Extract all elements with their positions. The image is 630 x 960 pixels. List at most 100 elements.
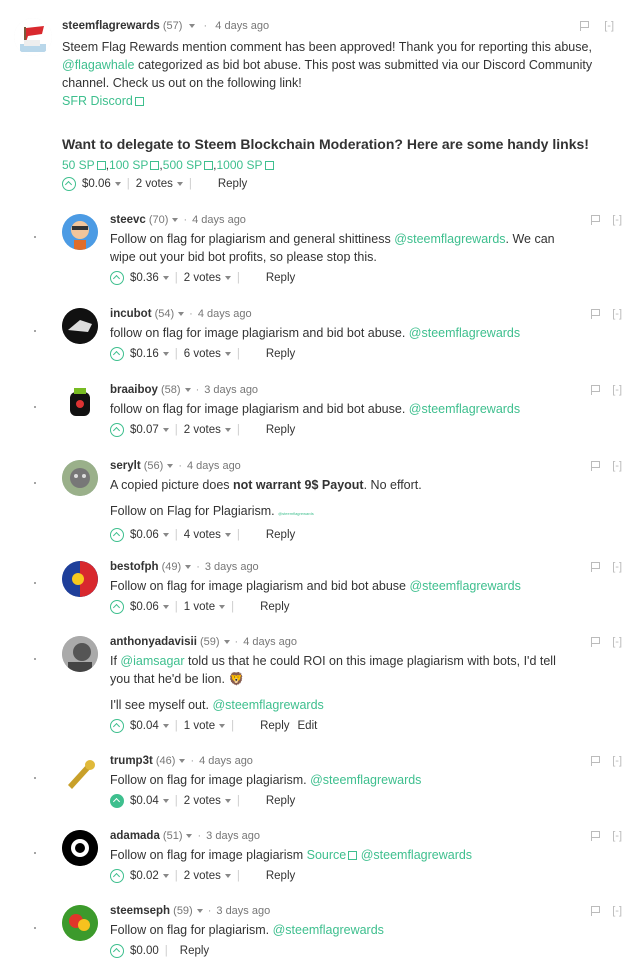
votes[interactable]: 2 votes (136, 178, 173, 190)
avatar[interactable] (62, 561, 98, 597)
votes[interactable]: 2 votes (184, 424, 221, 436)
payout[interactable]: $0.06 (82, 178, 111, 190)
mention-link[interactable]: @steemflagrewards (278, 511, 314, 516)
chevron-down-icon[interactable] (114, 182, 121, 186)
author-name[interactable]: bestofph (110, 561, 159, 573)
upvote-icon[interactable] (110, 600, 124, 614)
author-name[interactable]: serylt (110, 460, 141, 472)
timestamp[interactable]: 4 days ago (198, 308, 252, 320)
payout[interactable]: $0.06 (130, 601, 159, 613)
sp-link-500[interactable]: 500 SP (163, 158, 202, 172)
collapse-button[interactable]: [-] (612, 214, 622, 226)
collapse-button[interactable]: [-] (612, 755, 622, 767)
collapse-button[interactable]: [-] (612, 308, 622, 320)
chevron-down-icon[interactable] (167, 464, 174, 469)
upvote-icon[interactable] (110, 794, 124, 808)
avatar[interactable] (62, 384, 98, 420)
avatar[interactable] (62, 905, 98, 941)
flag-icon[interactable] (591, 461, 601, 472)
timestamp[interactable]: 4 days ago (199, 755, 253, 767)
reply-button[interactable]: Reply (266, 795, 295, 807)
mention-link[interactable]: @flagawhale (62, 58, 134, 72)
reply-button[interactable]: Reply (180, 945, 209, 957)
payout[interactable]: $0.36 (130, 272, 159, 284)
votes[interactable]: 1 vote (184, 720, 215, 732)
chevron-down-icon[interactable] (172, 218, 179, 223)
sp-link-100[interactable]: 100 SP (109, 158, 148, 172)
chevron-down-icon[interactable] (162, 533, 169, 537)
timestamp[interactable]: 3 days ago (204, 384, 258, 396)
discord-link[interactable]: SFR Discord (62, 94, 133, 108)
timestamp[interactable]: 4 days ago (192, 214, 246, 226)
avatar[interactable] (62, 755, 98, 791)
flag-icon[interactable] (591, 309, 601, 320)
upvote-icon[interactable] (110, 423, 124, 437)
avatar[interactable] (62, 308, 98, 344)
author-name[interactable]: anthonyadavisii (110, 636, 197, 648)
payout[interactable]: $0.00 (130, 945, 159, 957)
flag-icon[interactable] (591, 562, 601, 573)
flag-icon[interactable] (591, 215, 601, 226)
reply-button[interactable]: Reply (266, 272, 295, 284)
reply-button[interactable]: Reply (260, 720, 289, 732)
mention-link[interactable]: @steemflagrewards (310, 773, 421, 787)
flag-icon[interactable] (591, 637, 601, 648)
collapse-button[interactable]: [-] (612, 460, 622, 472)
chevron-down-icon[interactable] (219, 605, 226, 609)
timestamp[interactable]: 4 days ago (187, 460, 241, 472)
avatar[interactable] (62, 636, 98, 672)
mention-link[interactable]: @iamsagar (120, 654, 184, 668)
upvote-icon[interactable] (110, 719, 124, 733)
chevron-down-icon[interactable] (162, 428, 169, 432)
sp-link-1000[interactable]: 1000 SP (216, 158, 262, 172)
collapse-button[interactable]: [-] (612, 384, 622, 396)
flag-icon[interactable] (591, 831, 601, 842)
chevron-down-icon[interactable] (224, 874, 231, 878)
payout[interactable]: $0.04 (130, 720, 159, 732)
mention-link[interactable]: @steemflagrewards (394, 232, 505, 246)
reply-button[interactable]: Reply (266, 424, 295, 436)
collapse-button[interactable]: [-] (612, 561, 622, 573)
chevron-down-icon[interactable] (196, 909, 203, 914)
chevron-down-icon[interactable] (224, 533, 231, 537)
chevron-down-icon[interactable] (162, 724, 169, 728)
upvote-icon[interactable] (110, 944, 124, 958)
source-link[interactable]: Source (307, 848, 347, 862)
timestamp[interactable]: 3 days ago (206, 830, 260, 842)
avatar[interactable] (62, 214, 98, 250)
chevron-down-icon[interactable] (162, 605, 169, 609)
reply-button[interactable]: Reply (266, 529, 295, 541)
payout[interactable]: $0.02 (130, 870, 159, 882)
sp-link-50[interactable]: 50 SP (62, 158, 95, 172)
mention-link[interactable]: @steemflagrewards (409, 402, 520, 416)
mention-link[interactable]: @steemflagrewards (361, 848, 472, 862)
chevron-down-icon[interactable] (179, 759, 186, 764)
flag-icon[interactable] (580, 21, 590, 32)
mention-link[interactable]: @steemflagrewards (273, 923, 384, 937)
chevron-down-icon[interactable] (224, 428, 231, 432)
chevron-down-icon[interactable] (189, 24, 196, 29)
chevron-down-icon[interactable] (178, 312, 185, 317)
mention-link[interactable]: @steemflagrewards (409, 579, 520, 593)
collapse-button[interactable]: [-] (612, 636, 622, 648)
avatar[interactable] (62, 830, 98, 866)
chevron-down-icon[interactable] (223, 640, 230, 645)
reply-button[interactable]: Reply (218, 178, 247, 190)
timestamp[interactable]: 3 days ago (205, 561, 259, 573)
reply-button[interactable]: Reply (266, 348, 295, 360)
votes[interactable]: 2 votes (184, 795, 221, 807)
votes[interactable]: 4 votes (184, 529, 221, 541)
payout[interactable]: $0.06 (130, 529, 159, 541)
timestamp[interactable]: 4 days ago (243, 636, 297, 648)
reply-button[interactable]: Reply (260, 601, 289, 613)
chevron-down-icon[interactable] (184, 388, 191, 393)
upvote-icon[interactable] (110, 271, 124, 285)
flag-icon[interactable] (591, 756, 601, 767)
votes[interactable]: 6 votes (184, 348, 221, 360)
upvote-icon[interactable] (110, 347, 124, 361)
timestamp[interactable]: 4 days ago (215, 20, 269, 32)
edit-button[interactable]: Edit (298, 720, 318, 732)
author-name[interactable]: trump3t (110, 755, 153, 767)
author-name[interactable]: braaiboy (110, 384, 158, 396)
chevron-down-icon[interactable] (176, 182, 183, 186)
